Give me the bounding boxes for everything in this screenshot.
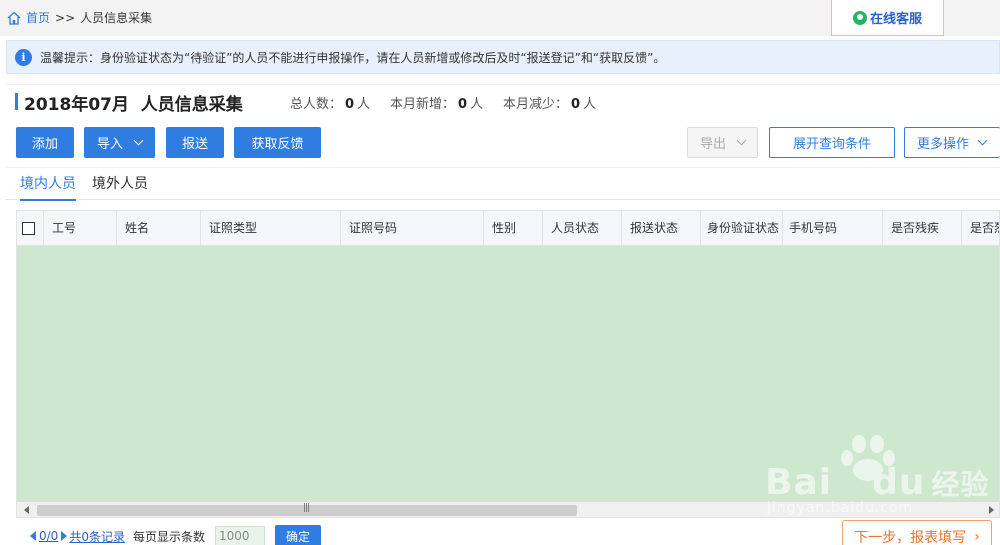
total-records[interactable]: 共0条记录: [69, 528, 125, 545]
scroll-left-arrow-icon[interactable]: [24, 506, 29, 514]
add-button-label: 添加: [31, 137, 58, 152]
stat-new-unit: 人: [470, 97, 484, 112]
column-header[interactable]: 证照类型: [201, 211, 341, 246]
breadcrumb-home-link[interactable]: 首页: [26, 9, 50, 26]
column-header[interactable]: 是否残疾: [883, 211, 962, 246]
stat-reduced-value: 0: [571, 97, 581, 112]
more-actions-label: 更多操作: [917, 137, 970, 152]
next-page-icon[interactable]: [61, 531, 68, 541]
tab-overseas[interactable]: 境外人员: [92, 173, 148, 199]
column-header[interactable]: 报送状态: [622, 211, 701, 246]
column-header[interactable]: 姓名: [117, 211, 201, 246]
tab-bar: 境内人员 境外人员: [6, 167, 1000, 201]
table-header: 工号 姓名 证照类型 证照号码 性别 人员状态 报送状态 身份验证状态 手机号码…: [17, 211, 999, 246]
stat-reduced: 本月减少： 0 人: [503, 93, 596, 112]
submit-button-label: 报送: [181, 137, 208, 152]
stat-new-value: 0: [458, 97, 468, 112]
breadcrumb-separator: >>: [55, 10, 76, 25]
next-step-label: 下一步，报表填写: [854, 530, 967, 545]
pagination: 0/0 共0条记录 每页显示条数 确定: [30, 525, 321, 545]
horizontal-scrollbar[interactable]: |||: [17, 501, 999, 517]
scrollbar-thumb[interactable]: |||: [37, 503, 577, 516]
chevron-down-icon: [977, 135, 988, 146]
get-feedback-label: 获取反馈: [251, 137, 304, 152]
next-step-button[interactable]: 下一步，报表填写 ›: [842, 520, 992, 545]
per-page-input[interactable]: [214, 526, 265, 545]
page-header: 2018年07月 人员信息采集 总人数： 0 人 本月新增： 0 人 本月减少： 0 人: [6, 84, 1000, 120]
export-button-label: 导出: [699, 137, 726, 152]
stat-total-value: 0: [345, 97, 355, 112]
column-header[interactable]: 人员状态: [543, 211, 622, 246]
stat-reduced-unit: 人: [583, 97, 597, 112]
personnel-table: 工号 姓名 证照类型 证照号码 性别 人员状态 报送状态 身份验证状态 手机号码…: [16, 210, 1000, 518]
expand-query-label: 展开查询条件: [792, 137, 871, 152]
stat-new-label: 本月新增：: [390, 97, 456, 112]
page-indicator[interactable]: 0/0: [39, 529, 58, 543]
more-actions-button[interactable]: 更多操作: [904, 127, 1000, 158]
breadcrumb-current: 人员信息采集: [80, 11, 153, 25]
top-bar: 首页 >> 人员信息采集 在线客服: [0, 0, 1000, 36]
chevron-down-icon: [736, 135, 747, 146]
scroll-right-arrow-icon[interactable]: [989, 506, 994, 514]
column-header[interactable]: 性别: [484, 211, 543, 246]
column-header[interactable]: 是否烈: [962, 211, 999, 246]
service-chat-icon: [852, 10, 867, 25]
import-dropdown-button[interactable]: 导入: [84, 127, 155, 158]
import-button-label: 导入: [96, 137, 123, 152]
home-icon[interactable]: [6, 10, 22, 26]
online-service-label: 在线客服: [869, 12, 922, 27]
column-header[interactable]: 身份验证状态: [701, 211, 783, 246]
chevron-right-icon: ›: [974, 529, 980, 545]
select-all-cell: [17, 211, 44, 246]
scrollbar-grip-icon: |||: [303, 503, 310, 513]
notice-banner: i 温馨提示：身份验证状态为“待验证”的人员不能进行申报操作，请在人员新增或修改…: [6, 40, 1000, 74]
confirm-button[interactable]: 确定: [274, 525, 321, 545]
export-dropdown-button[interactable]: 导出: [687, 127, 758, 158]
table-body: [17, 246, 999, 501]
add-button[interactable]: 添加: [16, 127, 74, 158]
stat-new: 本月新增： 0 人: [390, 93, 483, 112]
chevron-down-icon: [133, 135, 144, 146]
notice-text: 温馨提示：身份验证状态为“待验证”的人员不能进行申报操作，请在人员新增或修改后及…: [40, 50, 666, 65]
stat-reduced-label: 本月减少：: [503, 97, 569, 112]
stat-total-label: 总人数：: [290, 97, 343, 112]
prev-page-icon[interactable]: [30, 531, 36, 541]
get-feedback-button[interactable]: 获取反馈: [234, 127, 321, 158]
column-header[interactable]: 手机号码: [783, 211, 883, 246]
per-page-label: 每页显示条数: [132, 529, 205, 544]
page: 首页 >> 人员信息采集 在线客服 i 温馨提示：身份验证状态为“待验证”的人员…: [0, 0, 1000, 545]
expand-query-button[interactable]: 展开查询条件: [769, 127, 895, 158]
submit-button[interactable]: 报送: [166, 127, 224, 158]
online-service-button[interactable]: 在线客服: [831, 0, 944, 36]
info-icon: i: [15, 48, 32, 66]
breadcrumb: 首页 >> 人员信息采集: [6, 9, 152, 26]
stat-total: 总人数： 0 人: [290, 93, 370, 112]
select-all-checkbox[interactable]: [22, 222, 35, 235]
column-header[interactable]: 证照号码: [341, 211, 484, 246]
stat-total-unit: 人: [357, 97, 371, 112]
page-title: 2018年07月 人员信息采集: [24, 95, 243, 115]
tab-domestic[interactable]: 境内人员: [20, 173, 76, 201]
title-accent-bar: [15, 93, 18, 110]
column-header[interactable]: 工号: [44, 211, 117, 246]
